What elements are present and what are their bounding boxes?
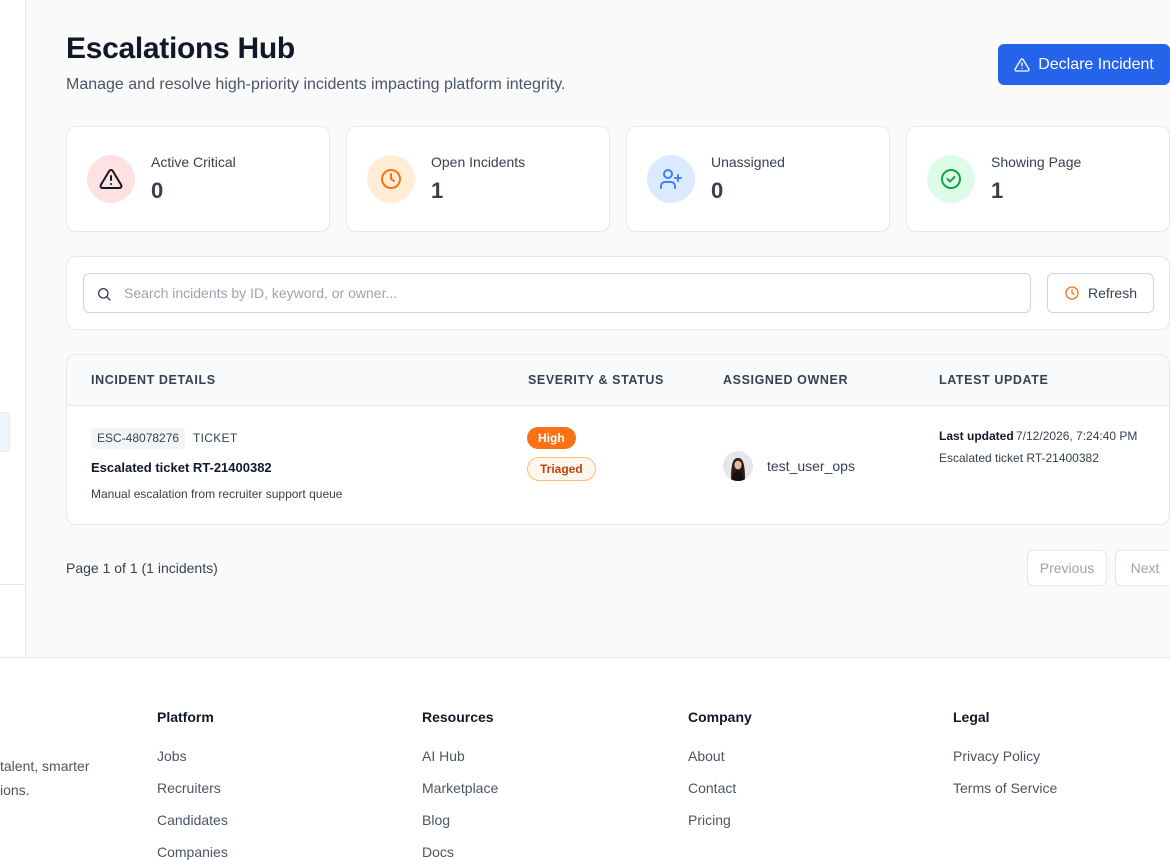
footer-column-legal: Legal Privacy Policy Terms of Service xyxy=(953,709,1057,811)
footer-link-marketplace[interactable]: Marketplace xyxy=(422,779,498,797)
status-badge: Triaged xyxy=(527,457,596,481)
incident-description: Manual escalation from recruiter support… xyxy=(91,487,343,501)
footer-column-title: Legal xyxy=(953,709,990,725)
next-button[interactable]: Next xyxy=(1115,550,1170,586)
footer-link-companies[interactable]: Companies xyxy=(157,843,228,860)
clock-icon xyxy=(367,155,415,203)
footer-link-candidates[interactable]: Candidates xyxy=(157,811,228,829)
declare-incident-label: Declare Incident xyxy=(1038,55,1154,73)
stat-label: Open Incidents xyxy=(431,154,526,170)
stat-value: 1 xyxy=(991,178,1004,203)
table-row[interactable]: ESC-48078276 TICKET Escalated ticket RT-… xyxy=(67,407,1169,524)
footer-link-recruiters[interactable]: Recruiters xyxy=(157,779,228,797)
stat-card-open-incidents: Open Incidents 1 xyxy=(346,126,610,232)
stat-label: Unassigned xyxy=(711,154,785,170)
column-header[interactable]: ASSIGNED OWNER xyxy=(723,373,848,387)
column-header[interactable]: INCIDENT DETAILS xyxy=(91,373,216,387)
page-title: Escalations Hub xyxy=(66,32,295,65)
column-header[interactable]: LATEST UPDATE xyxy=(939,373,1048,387)
check-circle-icon xyxy=(927,155,975,203)
footer-link-terms-of-service[interactable]: Terms of Service xyxy=(953,779,1057,797)
refresh-button[interactable]: Refresh xyxy=(1047,273,1154,313)
stat-label: Active Critical xyxy=(151,154,236,170)
stat-value: 0 xyxy=(711,178,724,203)
incident-title[interactable]: Escalated ticket RT-21400382 xyxy=(91,460,272,475)
alert-triangle-icon xyxy=(87,155,135,203)
footer-link-privacy-policy[interactable]: Privacy Policy xyxy=(953,747,1057,765)
declare-incident-button[interactable]: Declare Incident xyxy=(998,44,1170,85)
footer-link-jobs[interactable]: Jobs xyxy=(157,747,228,765)
footer-column-platform: Platform Jobs Recruiters Candidates Comp… xyxy=(157,709,228,860)
previous-button[interactable]: Previous xyxy=(1027,550,1107,586)
tagline-line: sions. xyxy=(0,782,30,798)
search-icon xyxy=(98,288,111,301)
latest-update-text: Escalated ticket RT-21400382 xyxy=(939,451,1099,465)
footer-column-company: Company About Contact Pricing xyxy=(688,709,752,843)
main-content: Escalations Hub Manage and resolve high-… xyxy=(26,0,1170,657)
sidebar-divider xyxy=(0,584,26,585)
refresh-label: Refresh xyxy=(1087,285,1138,301)
footer-column-title: Platform xyxy=(157,709,214,725)
sidebar-edge xyxy=(0,0,26,657)
stat-card-showing-page: Showing Page 1 xyxy=(906,126,1170,232)
footer-link-docs[interactable]: Docs xyxy=(422,843,498,860)
user-plus-icon xyxy=(647,155,695,203)
owner-name: test_user_ops xyxy=(767,458,855,474)
last-updated-time: 7/12/2026, 7:24:40 PM xyxy=(1016,429,1138,443)
tagline-line: l talent, smarter xyxy=(0,758,90,774)
clock-icon xyxy=(1065,286,1079,300)
severity-badge: High xyxy=(527,427,576,449)
footer-column-title: Resources xyxy=(422,709,494,725)
table-header: INCIDENT DETAILS SEVERITY & STATUS ASSIG… xyxy=(67,355,1169,406)
footer-link-about[interactable]: About xyxy=(688,747,752,765)
stat-card-unassigned: Unassigned 0 xyxy=(626,126,890,232)
incidents-table: INCIDENT DETAILS SEVERITY & STATUS ASSIG… xyxy=(66,354,1170,525)
stat-value: 0 xyxy=(151,178,164,203)
search-panel: Refresh xyxy=(66,256,1170,330)
footer-link-pricing[interactable]: Pricing xyxy=(688,811,752,829)
footer-link-ai-hub[interactable]: AI Hub xyxy=(422,747,498,765)
incident-id-chip[interactable]: ESC-48078276 xyxy=(91,428,186,449)
stat-value: 1 xyxy=(431,178,444,203)
search-box xyxy=(83,273,1031,313)
footer-link-contact[interactable]: Contact xyxy=(688,779,752,797)
last-updated-label: Last updated xyxy=(939,429,1014,443)
avatar xyxy=(723,451,753,481)
page-subtitle: Manage and resolve high-priority inciden… xyxy=(66,76,566,93)
stat-label: Showing Page xyxy=(991,154,1082,170)
incident-type-label: TICKET xyxy=(193,431,238,445)
sidebar-active-item[interactable] xyxy=(0,412,10,452)
column-header[interactable]: SEVERITY & STATUS xyxy=(528,373,664,387)
footer-link-blog[interactable]: Blog xyxy=(422,811,498,829)
footer-column-title: Company xyxy=(688,709,752,725)
footer-column-resources: Resources AI Hub Marketplace Blog Docs xyxy=(422,709,498,860)
search-input[interactable] xyxy=(124,274,1024,312)
pagination-info: Page 1 of 1 (1 incidents) xyxy=(66,560,218,576)
footer: l talent, smarter sions. Platform Jobs R… xyxy=(0,657,1170,860)
footer-tagline: l talent, smarter sions. xyxy=(0,754,110,802)
stat-card-active-critical: Active Critical 0 xyxy=(66,126,330,232)
alert-triangle-icon xyxy=(1014,57,1030,72)
